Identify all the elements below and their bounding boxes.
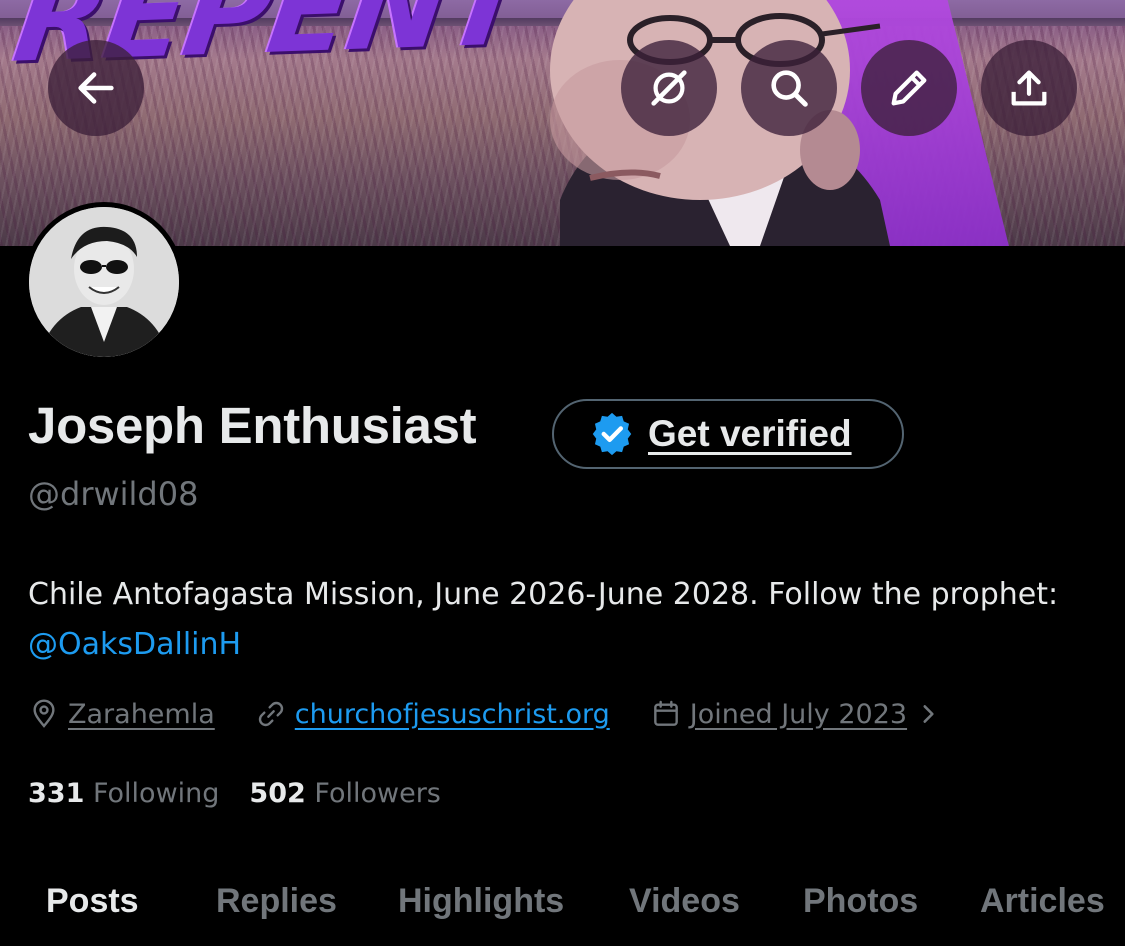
tab-videos[interactable]: Videos: [629, 882, 740, 921]
joined-date-text: Joined July 2023: [689, 698, 908, 730]
grok-button[interactable]: [621, 40, 717, 136]
tab-replies[interactable]: Replies: [216, 882, 337, 921]
bio-text: Chile Antofagasta Mission, June 2026-Jun…: [28, 577, 1059, 612]
follow-stats: 331 Following 502 Followers: [28, 778, 471, 809]
location-pin-icon: [33, 699, 55, 728]
avatar[interactable]: [24, 202, 184, 362]
edit-button[interactable]: [861, 40, 957, 136]
profile-tabs: Posts Replies Highlights Videos Photos A…: [0, 872, 1125, 946]
avatar-portrait: [29, 207, 179, 357]
chevron-right-icon: [923, 705, 934, 723]
tab-articles[interactable]: Articles: [980, 882, 1105, 921]
back-button[interactable]: [48, 40, 144, 136]
display-name: Joseph Enthusiast: [28, 397, 477, 454]
tab-highlights[interactable]: Highlights: [398, 882, 564, 921]
location-text: Zarahemla: [68, 698, 215, 730]
joined-item[interactable]: Joined July 2023: [650, 698, 941, 730]
avatar-image: [29, 207, 179, 357]
website-link[interactable]: churchofjesuschrist.org: [295, 699, 610, 730]
following-count: 331: [28, 778, 85, 809]
arrow-left-icon: [78, 72, 114, 104]
share-upload-icon: [1011, 70, 1047, 106]
search-icon: [771, 70, 808, 107]
search-button[interactable]: [741, 40, 837, 136]
get-verified-button[interactable]: Get verified: [552, 399, 904, 469]
profile-page: REPENT Joseph Enthusiast Get verified @d…: [0, 0, 1125, 946]
website-item[interactable]: churchofjesuschrist.org: [255, 698, 610, 730]
location-item: Zarahemla: [28, 698, 215, 730]
pencil-icon: [891, 70, 927, 106]
bio-mention-link[interactable]: @OaksDallinH: [28, 627, 241, 662]
followers-stat[interactable]: 502 Followers: [249, 778, 440, 809]
user-handle: @drwild08: [28, 475, 199, 513]
calendar-icon: [653, 700, 678, 726]
profile-banner[interactable]: REPENT: [0, 0, 1125, 246]
bio: Chile Antofagasta Mission, June 2026-Jun…: [28, 570, 1098, 670]
verified-badge-icon: [592, 412, 632, 456]
grok-icon: [651, 70, 687, 106]
banner-portrait-image: [550, 0, 890, 246]
followers-count: 502: [249, 778, 306, 809]
get-verified-label: Get verified: [648, 413, 852, 454]
profile-meta-row: Zarahemla churchofjesuschrist.org Joined…: [28, 692, 941, 736]
following-label: Following: [92, 778, 220, 809]
tab-photos[interactable]: Photos: [803, 882, 918, 921]
share-button[interactable]: [981, 40, 1077, 136]
link-icon: [258, 701, 283, 727]
following-stat[interactable]: 331 Following: [28, 778, 219, 809]
tab-posts[interactable]: Posts: [46, 882, 139, 921]
followers-label: Followers: [314, 778, 441, 809]
